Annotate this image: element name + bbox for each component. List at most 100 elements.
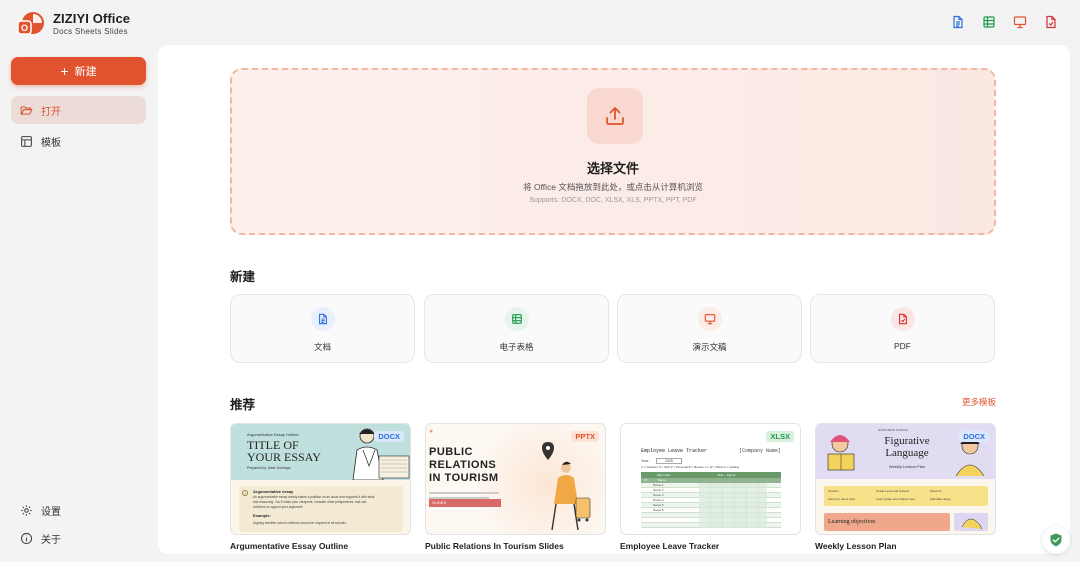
thumb-objectives-image <box>954 513 988 531</box>
thumb-cell: Insert grade and subject here <box>876 497 916 501</box>
new-document-card[interactable]: 文档 <box>230 294 415 363</box>
gear-icon <box>21 505 32 516</box>
thumb-tag: SLIDES <box>429 499 501 507</box>
about-label: 关于 <box>41 535 61 546</box>
thumb-heading-line: Figurative <box>884 435 930 447</box>
thumb-info-table: Teacher: Grade Level and Subject: Week o… <box>824 486 988 506</box>
template-thumbnail: Argumentative Essay Outline TITLE OF YOU… <box>230 423 411 535</box>
thumb-grid-cells <box>699 483 767 528</box>
presentation-icon <box>698 307 722 331</box>
thumb-cell: Add your name here <box>828 497 856 501</box>
new-presentation-card[interactable]: 演示文稿 <box>617 294 802 363</box>
thumb-objectives: Learning objectives <box>824 513 950 531</box>
folder-open-icon <box>20 105 33 115</box>
template-name: Weekly Lesson Plan <box>815 541 897 551</box>
template-name: Argumentative Essay Outline <box>230 541 349 551</box>
card-label: 演示文稿 <box>692 342 727 352</box>
app-subtitle: Docs Sheets Slides <box>53 27 128 36</box>
template-thumbnail: Employee Leave Tracker [Company Name] Ye… <box>620 423 801 535</box>
slides-icon[interactable] <box>1013 15 1027 29</box>
thumb-legend: V = Vacation S = Sick P = Personal B = B… <box>641 465 740 469</box>
thumb-example-text: Arguing whether school uniforms should b… <box>253 521 347 525</box>
supported-formats: Supports: DOCX, DOC, XLSX, XLS, PPTX, PP… <box>529 197 697 204</box>
thumb-company: [Company Name] <box>739 448 782 454</box>
thumb-heading-line: Language <box>885 447 929 459</box>
template-name: Public Relations In Tourism Slides <box>425 541 564 551</box>
thumb-example-label: Example: <box>253 513 271 518</box>
thumb-col-name: Name <box>657 478 666 482</box>
thumb-heading-line: YOUR ESSAY <box>247 450 321 464</box>
sidebar-item-settings[interactable]: 设置 <box>20 503 61 518</box>
upload-icon <box>587 88 643 144</box>
thumb-box-line: evidence to support your argument. <box>253 505 304 509</box>
template-card-tourism[interactable]: ✳ PUBLIC RELATIONS IN TOURISM SLIDES PPT… <box>425 423 606 551</box>
new-section-title: 新建 <box>230 270 256 284</box>
thumb-heading: PUBLIC RELATIONS IN TOURISM <box>429 446 499 485</box>
new-pdf-card[interactable]: PDF <box>810 294 995 363</box>
doc-icon[interactable] <box>951 15 965 29</box>
file-drop-zone[interactable]: 选择文件 将 Office 文档拖放到此处，或点击从计算机浏览 Supports… <box>230 68 996 235</box>
thumb-school: NORTHERN SCHOOL <box>878 428 909 432</box>
thumb-cell: Grade Level and Subject: <box>876 489 910 493</box>
star-icon: ✳ <box>429 429 434 435</box>
sidebar-item-label: 模板 <box>41 137 61 149</box>
template-card-leave-tracker[interactable]: Employee Leave Tracker [Company Name] Ye… <box>620 423 801 551</box>
thumb-info-box: i Argumentative essay An argumentative e… <box>239 486 403 532</box>
thumb-title: Employee Leave Tracker <box>641 448 708 454</box>
drop-zone-description: 将 Office 文档拖放到此处，或点击从计算机浏览 <box>523 182 703 192</box>
sidebar: O ZIZIYI Office Docs Sheets Slides + 新建 … <box>0 0 158 562</box>
thumb-col-id: ID <box>644 478 647 482</box>
thumb-text-line <box>429 492 499 494</box>
card-label: 电子表格 <box>499 342 534 352</box>
app-logo[interactable]: O <box>17 10 45 38</box>
drop-zone-title: 选择文件 <box>586 161 639 176</box>
template-icon <box>21 135 32 147</box>
thumb-byline: Prepared by: Aiste Domingo <box>247 466 291 470</box>
thumb-header-month: Year – July % <box>717 473 736 477</box>
thumb-year: Year: 2025 <box>641 458 682 464</box>
template-name: Employee Leave Tracker <box>620 541 720 551</box>
sidebar-item-templates[interactable]: 模板 <box>11 127 146 155</box>
template-thumbnail: ✳ PUBLIC RELATIONS IN TOURISM SLIDES PPT… <box>425 423 606 535</box>
thumb-cell: Add date range <box>930 497 951 501</box>
thumb-heading-line: PUBLIC <box>429 446 473 458</box>
sidebar-item-open[interactable]: 打开 <box>11 96 146 124</box>
thumb-heading: TITLE OF YOUR ESSAY <box>247 439 321 463</box>
security-shield-icon[interactable] <box>1042 526 1070 554</box>
thumb-heading-line: RELATIONS <box>429 459 497 471</box>
more-templates-link[interactable]: 更多模板 <box>962 396 996 408</box>
card-label: PDF <box>894 341 911 351</box>
sidebar-item-about[interactable]: 关于 <box>20 531 61 546</box>
logo-icon: O <box>17 12 44 35</box>
thumb-heading: Figurative Language <box>874 435 940 459</box>
plus-icon: + <box>60 63 69 79</box>
thumb-cell: Week of: <box>930 489 942 493</box>
file-type-badge: DOCX <box>374 431 404 442</box>
pdf-file-icon <box>891 307 915 331</box>
reader-illustration <box>827 435 855 471</box>
file-type-badge: DOCX <box>959 431 989 442</box>
new-spreadsheet-card[interactable]: 电子表格 <box>424 294 609 363</box>
thumb-year-label: Year: <box>641 459 650 463</box>
info-icon <box>20 532 33 545</box>
template-card-essay[interactable]: Argumentative Essay Outline TITLE OF YOU… <box>230 423 411 551</box>
thumb-subheading: Weekly Lesson Plan <box>888 464 926 469</box>
template-thumbnail: NORTHERN SCHOOL Figurative Language Week… <box>815 423 996 535</box>
thumb-kicker: Argumentative Essay Outline <box>247 432 299 437</box>
recommend-section-title: 推荐 <box>230 398 256 412</box>
sidebar-item-label: 打开 <box>41 106 61 118</box>
sheet-icon[interactable] <box>982 15 996 29</box>
thumb-box-title: Argumentative essay <box>253 489 294 494</box>
thumb-cell: Teacher: <box>828 489 840 493</box>
thumb-year-value: 2025 <box>656 458 682 464</box>
new-button-label: 新建 <box>74 66 97 78</box>
settings-label: 设置 <box>41 507 61 518</box>
svg-text:O: O <box>21 23 28 33</box>
pdf-icon[interactable] <box>1044 15 1058 29</box>
template-card-lesson-plan[interactable]: NORTHERN SCHOOL Figurative Language Week… <box>815 423 996 551</box>
spreadsheet-icon <box>505 307 529 331</box>
thumb-box-text: An argumentative essay clearly states a … <box>253 495 401 510</box>
header-file-type-icons <box>951 15 1058 29</box>
document-icon <box>311 307 335 331</box>
new-button[interactable]: + 新建 <box>11 57 146 85</box>
